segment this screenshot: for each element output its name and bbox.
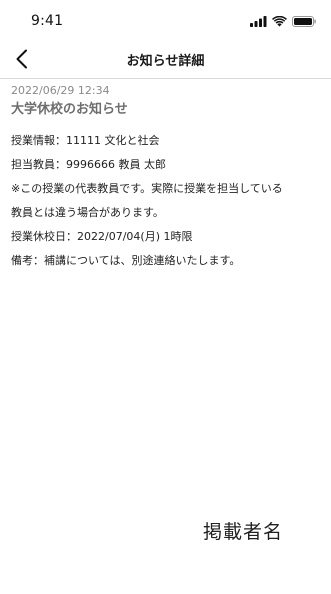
status-time: 9:41	[31, 13, 64, 29]
notice-cancel-date: 授業休校日：2022/07/04(月) 1時限	[11, 230, 193, 243]
signal-icon	[250, 15, 267, 27]
notice-content: 2022/06/29 12:34 大学休校のお知らせ 授業情報：11111 文化…	[11, 84, 321, 273]
navigation-bar: お知らせ詳細	[0, 40, 331, 79]
notice-date: 2022/06/29 12:34	[11, 84, 110, 97]
status-bar: 9:41	[0, 0, 331, 40]
wifi-icon	[272, 15, 287, 26]
publisher-name: 掲載者名	[203, 521, 284, 543]
notice-teacher-note-cont: 教員とは違う場合があります。	[11, 206, 164, 219]
notice-title: 大学休校のお知らせ	[11, 102, 128, 117]
notice-course-info: 授業情報：11111 文化と社会	[11, 134, 160, 147]
notice-body: 授業情報：11111 文化と社会 担当教員：9996666 教員 太郎 ※この授…	[11, 129, 321, 273]
notice-teacher: 担当教員：9996666 教員 太郎	[11, 158, 166, 171]
battery-icon	[292, 15, 316, 27]
page-title: お知らせ詳細	[126, 54, 205, 69]
notice-detail-screen: 9:41 お知らせ詳細 2022/06/29 12:34 大学休校のお知らせ 授…	[0, 0, 331, 594]
notice-teacher-note: ※この授業の代表教員です。実際に授業を担当している	[11, 182, 283, 195]
notice-remarks: 備考：補講については、別途連絡いたします。	[11, 254, 241, 267]
status-icons	[250, 15, 316, 27]
